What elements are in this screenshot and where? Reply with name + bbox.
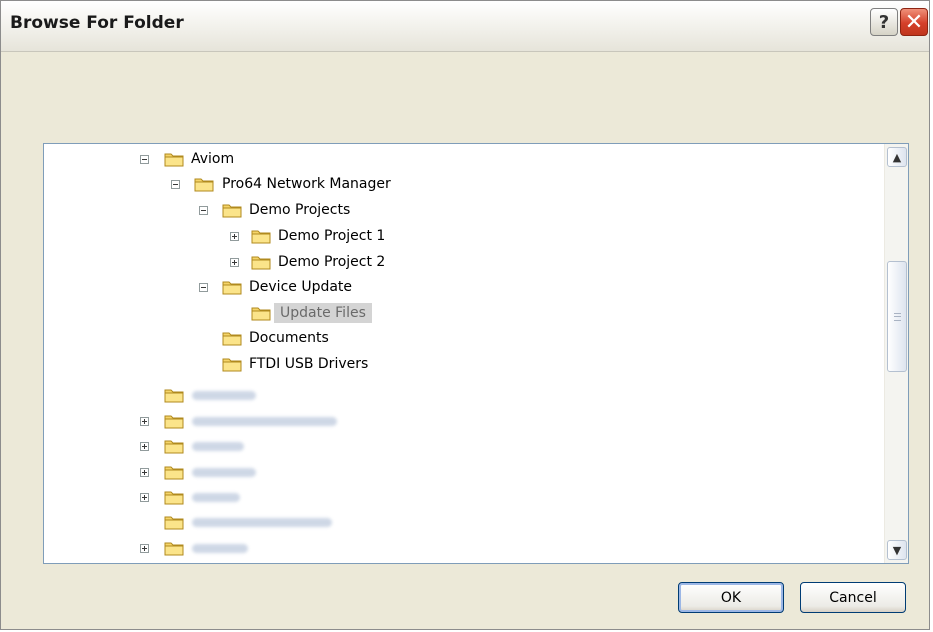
folder-icon bbox=[251, 254, 272, 271]
blurred-label bbox=[192, 518, 332, 527]
cancel-button[interactable]: Cancel bbox=[800, 582, 906, 613]
tree-item-device-update[interactable]: Device Update bbox=[44, 275, 874, 300]
blurred-label bbox=[192, 544, 248, 553]
scrollbar-thumb[interactable] bbox=[887, 261, 907, 372]
help-icon: ? bbox=[878, 11, 890, 33]
scroll-up-button[interactable]: ▲ bbox=[887, 147, 907, 167]
tree-item-blurred[interactable] bbox=[44, 536, 874, 561]
expand-icon[interactable] bbox=[140, 468, 149, 477]
tree-item-demo-project-1[interactable]: Demo Project 1 bbox=[44, 224, 874, 249]
tree-item-pro64-network-manager[interactable]: Pro64 Network Manager bbox=[44, 172, 874, 197]
tree-item-blurred[interactable] bbox=[44, 434, 874, 459]
scroll-down-button[interactable]: ▼ bbox=[887, 540, 907, 560]
tree-item-label: Demo Projects bbox=[249, 202, 351, 218]
tree-item-label: Documents bbox=[249, 330, 329, 346]
expand-icon[interactable] bbox=[140, 544, 149, 553]
folder-icon bbox=[164, 387, 185, 404]
tree-item-blurred[interactable] bbox=[44, 485, 874, 510]
expand-icon[interactable] bbox=[140, 493, 149, 502]
tree-item-label-selected: Update Files bbox=[274, 303, 372, 323]
folder-icon bbox=[222, 279, 243, 296]
tree-item-blurred[interactable] bbox=[44, 383, 874, 408]
folder-icon bbox=[222, 356, 243, 373]
tree-item-label: FTDI USB Drivers bbox=[249, 356, 369, 372]
tree-item-label: Aviom bbox=[191, 151, 235, 167]
collapse-icon[interactable] bbox=[140, 155, 149, 164]
tree-item-label: Demo Project 2 bbox=[278, 254, 386, 270]
tree-item-ftdi-usb-drivers[interactable]: FTDI USB Drivers bbox=[44, 352, 874, 377]
tree-item-label: Demo Project 1 bbox=[278, 228, 386, 244]
close-button[interactable]: ✕ bbox=[900, 8, 928, 36]
folder-icon bbox=[164, 540, 185, 557]
folder-icon bbox=[251, 305, 272, 322]
blurred-label bbox=[192, 417, 337, 426]
tree-item-update-files[interactable]: Update Files bbox=[44, 301, 874, 326]
folder-icon bbox=[164, 151, 185, 168]
folder-icon bbox=[251, 228, 272, 245]
tree-item-blurred[interactable] bbox=[44, 510, 874, 535]
tree-item-blurred[interactable] bbox=[44, 460, 874, 485]
collapse-icon[interactable] bbox=[199, 283, 208, 292]
folder-tree[interactable]: Aviom Pro64 Network Manager Demo Project… bbox=[43, 143, 909, 564]
chevron-up-icon: ▲ bbox=[892, 150, 902, 164]
folder-icon bbox=[222, 330, 243, 347]
folder-icon bbox=[164, 464, 185, 481]
title-bar[interactable]: Browse For Folder ? ✕ bbox=[1, 1, 929, 52]
collapse-icon[interactable] bbox=[171, 180, 180, 189]
folder-icon bbox=[164, 438, 185, 455]
cancel-button-label: Cancel bbox=[829, 589, 877, 606]
expand-icon[interactable] bbox=[230, 232, 239, 241]
tree-item-blurred[interactable] bbox=[44, 409, 874, 434]
tree-item-documents[interactable]: Documents bbox=[44, 326, 874, 351]
collapse-icon[interactable] bbox=[199, 206, 208, 215]
tree-item-demo-project-2[interactable]: Demo Project 2 bbox=[44, 250, 874, 275]
folder-icon bbox=[194, 176, 215, 193]
blurred-label bbox=[192, 468, 256, 477]
folder-icon bbox=[222, 202, 243, 219]
ok-button[interactable]: OK bbox=[678, 582, 784, 613]
close-icon: ✕ bbox=[904, 9, 924, 35]
blurred-label bbox=[192, 391, 256, 400]
tree-item-aviom[interactable]: Aviom bbox=[44, 147, 874, 172]
folder-icon bbox=[164, 489, 185, 506]
expand-icon[interactable] bbox=[140, 417, 149, 426]
vertical-scrollbar[interactable]: ▲ ▼ bbox=[884, 144, 908, 563]
tree-item-demo-projects[interactable]: Demo Projects bbox=[44, 198, 874, 223]
browse-for-folder-dialog: Browse For Folder ? ✕ Aviom Pro64 Networ… bbox=[0, 0, 930, 630]
folder-icon bbox=[164, 413, 185, 430]
dialog-title: Browse For Folder bbox=[10, 13, 184, 33]
grip-icon bbox=[894, 313, 901, 321]
chevron-down-icon: ▼ bbox=[892, 543, 902, 557]
tree-item-label: Device Update bbox=[249, 279, 353, 295]
blurred-label bbox=[192, 442, 244, 451]
blurred-label bbox=[192, 493, 240, 502]
expand-icon[interactable] bbox=[140, 442, 149, 451]
folder-icon bbox=[164, 514, 185, 531]
expand-icon[interactable] bbox=[230, 258, 239, 267]
ok-button-label: OK bbox=[720, 589, 742, 606]
tree-item-label: Pro64 Network Manager bbox=[222, 176, 391, 192]
help-button[interactable]: ? bbox=[870, 8, 898, 36]
